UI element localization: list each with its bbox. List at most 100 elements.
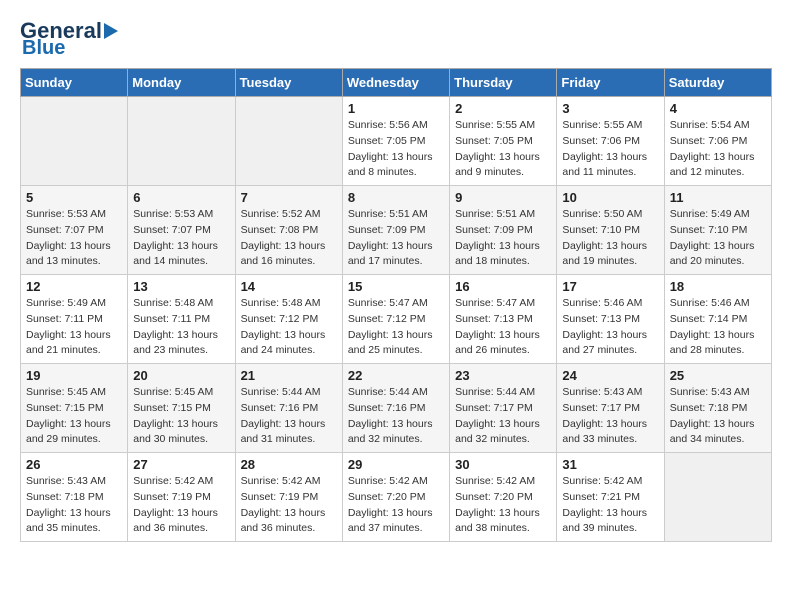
calendar-cell: 17Sunrise: 5:46 AMSunset: 7:13 PMDayligh…	[557, 275, 664, 364]
day-info: Sunrise: 5:49 AMSunset: 7:11 PMDaylight:…	[26, 296, 122, 359]
calendar-cell: 29Sunrise: 5:42 AMSunset: 7:20 PMDayligh…	[342, 453, 449, 542]
day-info: Sunrise: 5:48 AMSunset: 7:12 PMDaylight:…	[241, 296, 337, 359]
calendar-cell: 27 Sunrise: 5:42 AMSunset: 7:19 PMDayligh…	[128, 453, 235, 542]
day-number: 28	[241, 457, 337, 472]
day-info: Sunrise: 5:53 AMSunset: 7:07 PMDaylight:…	[133, 207, 229, 270]
day-number: 5	[26, 190, 122, 205]
day-number: 22	[348, 368, 444, 383]
day-number: 1	[348, 101, 444, 116]
day-number: 4	[670, 101, 766, 116]
calendar-table: SundayMondayTuesdayWednesdayThursdayFrid…	[20, 68, 772, 542]
calendar-cell: 30 Sunrise: 5:42 AMSunset: 7:20 PMDayligh…	[450, 453, 557, 542]
calendar-cell: 13Sunrise: 5:48 AMSunset: 7:11 PMDayligh…	[128, 275, 235, 364]
day-info: Sunrise: 5:51 AMSunset: 7:09 PMDaylight:…	[455, 207, 551, 270]
day-number: 15	[348, 279, 444, 294]
calendar-cell: 16Sunrise: 5:47 AMSunset: 7:13 PMDayligh…	[450, 275, 557, 364]
calendar-cell: 14 Sunrise: 5:48 AMSunset: 7:12 PMDayligh…	[235, 275, 342, 364]
day-number: 10	[562, 190, 658, 205]
calendar-cell: 18 Sunrise: 5:46 AMSunset: 7:14 PMDayligh…	[664, 275, 771, 364]
calendar-cell: 31 Sunrise: 5:42 AMSunset: 7:21 PMDayligh…	[557, 453, 664, 542]
calendar-cell: 26 Sunrise: 5:43 AMSunset: 7:18 PMDayligh…	[21, 453, 128, 542]
day-number: 29	[348, 457, 444, 472]
calendar-week-row: 5 Sunrise: 5:53 AMSunset: 7:07 PMDaylight…	[21, 186, 772, 275]
calendar-cell: 15 Sunrise: 5:47 AMSunset: 7:12 PMDayligh…	[342, 275, 449, 364]
day-number: 20	[133, 368, 229, 383]
calendar-week-row: 1 Sunrise: 5:56 AMSunset: 7:05 PMDaylight…	[21, 97, 772, 186]
day-info: Sunrise: 5:44 AMSunset: 7:17 PMDaylight:…	[455, 385, 551, 448]
day-info: Sunrise: 5:56 AMSunset: 7:05 PMDaylight:…	[348, 118, 444, 181]
calendar-cell: 10Sunrise: 5:50 AMSunset: 7:10 PMDayligh…	[557, 186, 664, 275]
day-info: Sunrise: 5:42 AMSunset: 7:19 PMDaylight:…	[133, 474, 229, 537]
day-number: 14	[241, 279, 337, 294]
day-info: Sunrise: 5:45 AMSunset: 7:15 PMDaylight:…	[26, 385, 122, 448]
day-number: 25	[670, 368, 766, 383]
day-info: Sunrise: 5:53 AMSunset: 7:07 PMDaylight:…	[26, 207, 122, 270]
day-info: Sunrise: 5:44 AMSunset: 7:16 PMDaylight:…	[348, 385, 444, 448]
logo-blue-text: Blue	[20, 38, 65, 58]
day-info: Sunrise: 5:54 AMSunset: 7:06 PMDaylight:…	[670, 118, 766, 181]
calendar-cell: 19 Sunrise: 5:45 AMSunset: 7:15 PMDayligh…	[21, 364, 128, 453]
calendar-cell: 11 Sunrise: 5:49 AMSunset: 7:10 PMDayligh…	[664, 186, 771, 275]
calendar-cell: 5 Sunrise: 5:53 AMSunset: 7:07 PMDaylight…	[21, 186, 128, 275]
calendar-cell: 25Sunrise: 5:43 AMSunset: 7:18 PMDayligh…	[664, 364, 771, 453]
calendar-cell: 22 Sunrise: 5:44 AMSunset: 7:16 PMDayligh…	[342, 364, 449, 453]
day-number: 9	[455, 190, 551, 205]
day-info: Sunrise: 5:47 AMSunset: 7:13 PMDaylight:…	[455, 296, 551, 359]
day-info: Sunrise: 5:42 AMSunset: 7:21 PMDaylight:…	[562, 474, 658, 537]
day-number: 13	[133, 279, 229, 294]
logo: General Blue	[20, 20, 118, 58]
calendar-cell	[235, 97, 342, 186]
calendar-cell: 1 Sunrise: 5:56 AMSunset: 7:05 PMDaylight…	[342, 97, 449, 186]
calendar-cell: 23 Sunrise: 5:44 AMSunset: 7:17 PMDayligh…	[450, 364, 557, 453]
calendar-cell: 24Sunrise: 5:43 AMSunset: 7:17 PMDayligh…	[557, 364, 664, 453]
day-number: 3	[562, 101, 658, 116]
calendar-week-row: 26 Sunrise: 5:43 AMSunset: 7:18 PMDayligh…	[21, 453, 772, 542]
calendar-cell	[21, 97, 128, 186]
day-info: Sunrise: 5:46 AMSunset: 7:13 PMDaylight:…	[562, 296, 658, 359]
day-info: Sunrise: 5:46 AMSunset: 7:14 PMDaylight:…	[670, 296, 766, 359]
day-number: 12	[26, 279, 122, 294]
day-number: 26	[26, 457, 122, 472]
header: General Blue	[20, 20, 772, 58]
day-info: Sunrise: 5:55 AMSunset: 7:05 PMDaylight:…	[455, 118, 551, 181]
calendar-cell	[128, 97, 235, 186]
calendar-cell: 4 Sunrise: 5:54 AMSunset: 7:06 PMDaylight…	[664, 97, 771, 186]
header-thursday: Thursday	[450, 69, 557, 97]
calendar-cell: 21 Sunrise: 5:44 AMSunset: 7:16 PMDayligh…	[235, 364, 342, 453]
header-tuesday: Tuesday	[235, 69, 342, 97]
day-info: Sunrise: 5:42 AMSunset: 7:19 PMDaylight:…	[241, 474, 337, 537]
day-info: Sunrise: 5:43 AMSunset: 7:18 PMDaylight:…	[26, 474, 122, 537]
day-number: 23	[455, 368, 551, 383]
day-number: 7	[241, 190, 337, 205]
day-number: 31	[562, 457, 658, 472]
calendar-week-row: 12 Sunrise: 5:49 AMSunset: 7:11 PMDayligh…	[21, 275, 772, 364]
day-info: Sunrise: 5:47 AMSunset: 7:12 PMDaylight:…	[348, 296, 444, 359]
day-number: 11	[670, 190, 766, 205]
day-number: 8	[348, 190, 444, 205]
header-wednesday: Wednesday	[342, 69, 449, 97]
day-number: 27	[133, 457, 229, 472]
calendar-cell: 28 Sunrise: 5:42 AMSunset: 7:19 PMDayligh…	[235, 453, 342, 542]
calendar-cell: 20Sunrise: 5:45 AMSunset: 7:15 PMDayligh…	[128, 364, 235, 453]
day-number: 30	[455, 457, 551, 472]
calendar-cell: 2Sunrise: 5:55 AMSunset: 7:05 PMDaylight…	[450, 97, 557, 186]
day-number: 19	[26, 368, 122, 383]
header-monday: Monday	[128, 69, 235, 97]
day-info: Sunrise: 5:55 AMSunset: 7:06 PMDaylight:…	[562, 118, 658, 181]
calendar-cell: 6 Sunrise: 5:53 AMSunset: 7:07 PMDaylight…	[128, 186, 235, 275]
header-saturday: Saturday	[664, 69, 771, 97]
day-info: Sunrise: 5:44 AMSunset: 7:16 PMDaylight:…	[241, 385, 337, 448]
header-sunday: Sunday	[21, 69, 128, 97]
day-info: Sunrise: 5:52 AMSunset: 7:08 PMDaylight:…	[241, 207, 337, 270]
calendar-cell: 3 Sunrise: 5:55 AMSunset: 7:06 PMDaylight…	[557, 97, 664, 186]
calendar-cell: 8Sunrise: 5:51 AMSunset: 7:09 PMDaylight…	[342, 186, 449, 275]
day-number: 21	[241, 368, 337, 383]
day-info: Sunrise: 5:49 AMSunset: 7:10 PMDaylight:…	[670, 207, 766, 270]
day-number: 24	[562, 368, 658, 383]
calendar-cell: 12 Sunrise: 5:49 AMSunset: 7:11 PMDayligh…	[21, 275, 128, 364]
day-number: 6	[133, 190, 229, 205]
logo-arrow-icon	[104, 23, 118, 39]
day-number: 18	[670, 279, 766, 294]
day-info: Sunrise: 5:42 AMSunset: 7:20 PMDaylight:…	[455, 474, 551, 537]
header-friday: Friday	[557, 69, 664, 97]
